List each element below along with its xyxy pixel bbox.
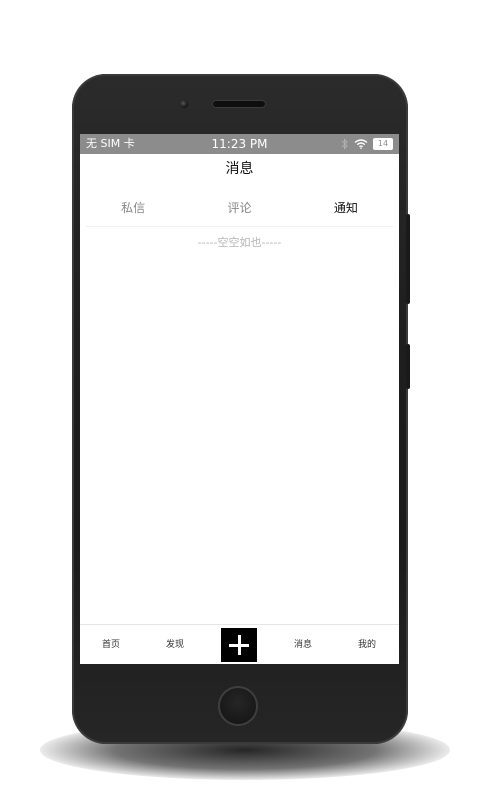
plus-icon[interactable]	[221, 628, 257, 662]
tab-notifications[interactable]: 通知	[293, 194, 399, 222]
battery-indicator: 14	[373, 138, 393, 150]
phone-frame: 无 SIM 卡 11:23 PM 14 消息 私信 评论 通知 -----空空如…	[72, 74, 410, 744]
power-button	[406, 344, 410, 389]
earpiece-speaker	[212, 100, 266, 108]
message-tabs: 私信 评论 通知	[80, 194, 399, 222]
tabbar-item-messages[interactable]: 消息	[278, 625, 328, 664]
volume-button	[406, 214, 410, 304]
page-title: 消息	[225, 161, 254, 177]
wifi-icon	[354, 139, 368, 149]
status-bar: 无 SIM 卡 11:23 PM 14	[80, 134, 399, 154]
bottom-tab-bar: 首页 发现 消息 我的	[80, 624, 399, 664]
bluetooth-icon	[341, 138, 348, 150]
status-right: 14	[341, 134, 393, 154]
empty-state-text: -----空空如也-----	[197, 236, 282, 249]
stage: 无 SIM 卡 11:23 PM 14 消息 私信 评论 通知 -----空空如…	[0, 0, 480, 800]
tabbar-item-discover[interactable]: 发现	[150, 625, 200, 664]
tabbar-item-me[interactable]: 我的	[342, 625, 392, 664]
front-camera-icon	[180, 100, 188, 108]
tabbar-item-home[interactable]: 首页	[86, 625, 136, 664]
tab-comments[interactable]: 评论	[186, 194, 292, 222]
app-screen: 无 SIM 卡 11:23 PM 14 消息 私信 评论 通知 -----空空如…	[80, 134, 399, 664]
home-button[interactable]	[218, 686, 258, 726]
tabs-divider	[86, 226, 393, 227]
tab-private-messages[interactable]: 私信	[80, 194, 186, 222]
